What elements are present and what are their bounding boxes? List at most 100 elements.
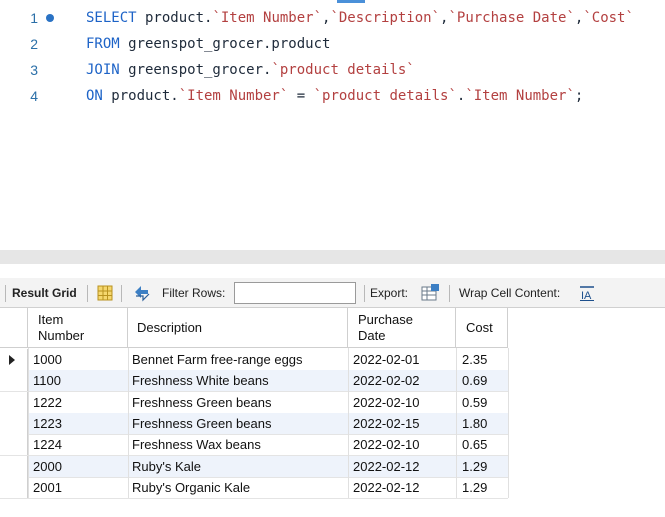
column-header-cost[interactable]: Cost — [456, 308, 508, 348]
table-cell[interactable]: Ruby's Organic Kale — [132, 477, 250, 498]
execution-marker-icon[interactable] — [46, 14, 54, 22]
table-row[interactable]: 1223 Freshness Green beans 2022-02-15 1.80 — [0, 412, 508, 434]
sql-text: greenspot_grocer.product — [119, 36, 331, 52]
code-line[interactable]: 3 JOIN greenspot_grocer.`product details` — [0, 59, 665, 81]
toolbar-separator — [5, 285, 6, 302]
table-cell[interactable]: Freshness Wax beans — [132, 434, 261, 455]
table-row[interactable]: 2000 Ruby's Kale 2022-02-12 1.29 — [0, 455, 508, 477]
sql-identifier: `Purchase Date` — [448, 10, 575, 26]
header-text: Purchase — [358, 312, 413, 327]
sql-text: = — [288, 88, 314, 104]
wrap-cell-icon[interactable]: IA — [577, 283, 597, 303]
sql-keyword: FROM — [86, 36, 120, 52]
table-cell[interactable]: 2022-02-10 — [353, 392, 420, 413]
table-cell[interactable]: 2022-02-15 — [353, 413, 420, 434]
table-row[interactable]: 2001 Ruby's Organic Kale 2022-02-12 1.29 — [0, 476, 508, 498]
toolbar-separator — [121, 285, 122, 302]
sql-identifier: `product details` — [313, 88, 457, 104]
sql-identifier: `product details` — [271, 62, 415, 78]
code-line[interactable]: 1 SELECT product.`Item Number`,`Descripti… — [0, 7, 665, 29]
sql-identifier: `Item Number` — [465, 88, 575, 104]
row-selector[interactable] — [0, 434, 28, 456]
table-cell[interactable]: 1.29 — [462, 477, 487, 498]
header-text: Number — [38, 328, 85, 343]
table-cell[interactable]: 2022-02-01 — [353, 349, 420, 370]
code-line[interactable]: 2 FROM greenspot_grocer.product — [0, 33, 665, 55]
row-selector[interactable] — [0, 391, 28, 413]
table-cell[interactable]: 1.29 — [462, 456, 487, 477]
table-cell[interactable]: Bennet Farm free-range eggs — [132, 349, 303, 370]
row-selector[interactable] — [0, 349, 28, 370]
table-cell[interactable]: 2000 — [33, 456, 62, 477]
table-cell[interactable]: 1100 — [33, 370, 61, 391]
table-cell[interactable]: 1224 — [33, 434, 62, 455]
table-cell[interactable]: Freshness Green beans — [132, 392, 271, 413]
table-row[interactable]: 1000 Bennet Farm free-range eggs 2022-02-0… — [0, 349, 508, 370]
sql-text: product. — [136, 10, 213, 26]
toolbar-separator — [87, 285, 88, 302]
sql-statement[interactable]: ON product.`Item Number` = `product deta… — [86, 85, 583, 107]
panel-divider[interactable] — [0, 250, 665, 264]
sql-editor[interactable]: 1 SELECT product.`Item Number`,`Descripti… — [0, 0, 665, 250]
table-cell[interactable]: 1222 — [33, 392, 62, 413]
code-line[interactable]: 4 ON product.`Item Number` = `product det… — [0, 85, 665, 107]
row-selector[interactable] — [0, 455, 28, 477]
editor-tab-marker — [337, 0, 365, 3]
row-header-corner — [0, 308, 28, 348]
table-cell[interactable]: 2001 — [33, 477, 62, 498]
table-cell[interactable]: 2022-02-12 — [353, 477, 420, 498]
column-header-description[interactable]: Description — [128, 308, 348, 348]
table-cell[interactable]: 0.65 — [462, 434, 487, 455]
table-row[interactable]: 1100 Freshness White beans 2022-02-02 0.69 — [0, 370, 508, 392]
table-row[interactable]: 1224 Freshness Wax beans 2022-02-10 0.65 — [0, 434, 508, 456]
column-header-purchase-date[interactable]: Purchase Date — [348, 308, 456, 348]
filter-rows-label: Filter Rows: — [162, 286, 226, 300]
sql-identifier: `Item Number` — [212, 10, 323, 26]
filter-rows-input[interactable] — [234, 282, 356, 304]
column-divider — [508, 348, 509, 498]
sql-statement[interactable]: FROM greenspot_grocer.product — [86, 33, 330, 55]
table-cell[interactable]: 1000 — [33, 349, 62, 370]
table-cell[interactable]: 0.69 — [462, 370, 487, 391]
header-text: Date — [358, 328, 386, 343]
export-icon[interactable] — [420, 283, 440, 303]
table-row[interactable]: 1222 Freshness Green beans 2022-02-10 0.59 — [0, 391, 508, 413]
row-divider — [0, 497, 508, 499]
sql-keyword: ON — [86, 88, 103, 104]
table-cell[interactable]: 0.59 — [462, 392, 487, 413]
table-cell[interactable]: Freshness White beans — [132, 370, 269, 391]
toolbar-separator — [364, 285, 365, 302]
table-cell[interactable]: 1.80 — [462, 413, 487, 434]
column-header-item-number[interactable]: Item Number — [28, 308, 128, 348]
sql-identifier: `Item Number` — [178, 88, 289, 104]
column-divider — [128, 348, 129, 498]
table-cell[interactable]: 2022-02-12 — [353, 456, 420, 477]
result-toolbar: Result Grid Filter Rows: Export: Wrap Ce… — [0, 278, 665, 308]
wrap-cell-content-label: Wrap Cell Content: — [459, 286, 561, 300]
table-cell[interactable]: 1223 — [33, 413, 62, 434]
sql-statement[interactable]: SELECT product.`Item Number`,`Descriptio… — [86, 7, 634, 29]
table-cell[interactable]: 2.35 — [462, 349, 487, 370]
header-text: Cost — [466, 320, 493, 335]
column-divider — [348, 348, 349, 498]
refresh-arrows-icon[interactable] — [132, 283, 152, 303]
line-number: 2 — [30, 36, 38, 52]
result-grid[interactable]: Item Number Description Purchase Date Co… — [0, 308, 665, 517]
sql-keyword: JOIN — [86, 62, 120, 78]
grid-view-icon[interactable] — [95, 283, 115, 303]
export-label: Export: — [370, 286, 409, 300]
table-cell[interactable]: 2022-02-02 — [353, 370, 420, 391]
row-selector[interactable] — [0, 476, 28, 498]
line-number: 1 — [30, 10, 38, 26]
row-selector[interactable] — [0, 370, 28, 392]
row-selector[interactable] — [0, 412, 28, 434]
result-grid-tab[interactable]: Result Grid — [12, 278, 77, 308]
sql-statement[interactable]: JOIN greenspot_grocer.`product details` — [86, 59, 415, 81]
table-cell[interactable]: Ruby's Kale — [132, 456, 201, 477]
sql-keyword: SELECT — [86, 10, 137, 26]
column-divider — [456, 348, 457, 498]
table-cell[interactable]: 2022-02-10 — [353, 434, 420, 455]
table-cell[interactable]: Freshness Green beans — [132, 413, 271, 434]
toolbar-separator — [449, 285, 450, 302]
line-number: 3 — [30, 62, 38, 78]
